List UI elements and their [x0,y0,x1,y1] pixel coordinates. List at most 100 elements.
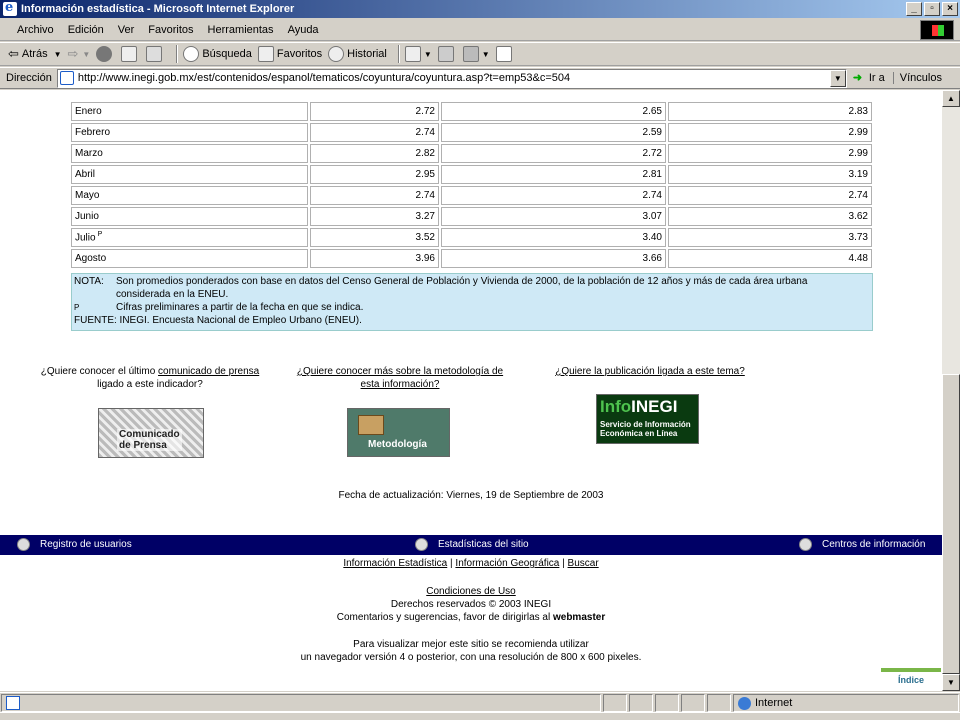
vertical-scrollbar[interactable]: ▲ ▼ [942,90,960,691]
estadisticas-link[interactable]: Estadísticas del sitio [415,538,529,551]
info-inegi-wordmark: InfoINEGI [600,397,678,416]
publication-link[interactable]: ¿Quiere la publicación ligada a este tem… [555,366,745,377]
address-input[interactable]: http://www.inegi.gob.mx/est/contenidos/e… [56,68,847,88]
forward-button[interactable]: ⇨ ▼ [68,46,91,62]
month-cell: Febrero [71,123,308,142]
month-cell: Mayo [71,186,308,205]
indice-button[interactable]: Índice [881,668,941,690]
value-cell-3: 2.99 [668,123,872,142]
scroll-down-icon[interactable]: ▼ [942,674,960,691]
value-cell-1: 2.72 [310,102,439,121]
month-cell: Agosto [71,249,308,268]
value-cell-2: 2.81 [441,165,666,184]
preliminary-mark: P [97,231,103,239]
table-row: Febrero 2.74 2.59 2.99 [71,123,872,142]
table-row: Agosto 3.96 3.66 4.48 [71,249,872,268]
back-label: Atrás [21,48,48,60]
menu-edicion[interactable]: Edición [61,24,111,36]
table-row: Abril 2.95 2.81 3.19 [71,165,872,184]
close-button[interactable]: × [942,2,958,16]
favorites-label: Favoritos [276,48,323,60]
registro-link[interactable]: Registro de usuarios [17,538,132,551]
scroll-up-icon[interactable]: ▲ [942,90,960,107]
value-cell-3: 4.48 [668,249,872,268]
print-button[interactable] [437,46,457,62]
chevron-down-icon[interactable]: ▼ [82,50,90,59]
info-estadistica-link[interactable]: Información Estadística [343,558,447,569]
chevron-down-icon[interactable]: ▼ [482,50,490,59]
favorites-button[interactable]: Favoritos [257,46,323,62]
info-inegi-logo[interactable]: InfoINEGI Servicio de Información Económi… [596,394,699,444]
back-button[interactable]: ⇦ Atrás ▼ [8,46,62,62]
maximize-button[interactable]: ▫ [924,2,940,16]
value-cell-1: 2.82 [310,144,439,163]
chevron-down-icon[interactable]: ▼ [54,50,62,59]
site-nav-bar: Registro de usuarios Estadísticas del si… [0,535,942,555]
go-button[interactable]: ➜ Ir a [853,71,885,85]
search-label: Búsqueda [202,48,252,60]
menu-bar: Archivo Edición Ver Favoritos Herramient… [0,19,960,41]
methodology-link-line2[interactable]: esta información? [361,379,440,390]
methodology-question[interactable]: ¿Quiere conocer más sobre la metodología… [290,365,510,391]
notes-box: NOTA: Son promedios ponderados con base e… [71,273,873,331]
links-button[interactable]: Vínculos [892,72,942,84]
address-dropdown-icon[interactable]: ▼ [829,69,846,87]
mail-icon [404,46,421,62]
info-geografica-link[interactable]: Información Geográfica [455,558,559,569]
press-release-link[interactable]: comunicado de prensa [158,366,259,377]
title-bar: Información estadística - Microsoft Inte… [0,0,960,18]
refresh-button[interactable] [121,46,140,62]
methodology-logo[interactable]: Metodología [347,408,450,457]
minimize-button[interactable]: _ [906,2,922,16]
fuente-text: FUENTE: INEGI. Encuesta Nacional de Empl… [74,315,362,326]
menu-ver[interactable]: Ver [111,24,142,36]
press-release-logo[interactable]: Comunicado de Prensa [98,408,204,458]
refresh-icon [121,46,138,62]
address-label: Dirección [6,72,52,84]
centros-link[interactable]: Centros de información [799,538,925,551]
buscar-link[interactable]: Buscar [568,558,599,569]
press-question: ¿Quiere conocer el último comunicado de … [35,365,265,391]
value-cell-2: 3.40 [441,228,666,247]
value-cell-3: 2.83 [668,102,872,121]
history-button[interactable]: Historial [328,46,387,62]
check-icon [415,538,428,551]
search-button[interactable]: Búsqueda [183,46,252,62]
edit-icon [462,46,479,62]
month-cell: Marzo [71,144,308,163]
value-cell-1: 3.27 [310,207,439,226]
conditions-link[interactable]: Condiciones de Uso [426,586,516,597]
menu-ayuda[interactable]: Ayuda [281,24,326,36]
value-cell-1: 2.74 [310,123,439,142]
methodology-link-line1[interactable]: ¿Quiere conocer más sobre la metodología… [297,366,503,377]
chevron-down-icon[interactable]: ▼ [424,50,432,59]
discuss-button[interactable] [495,46,515,62]
copyright-text: Derechos reservados © 2003 INEGI [390,599,552,610]
publication-question[interactable]: ¿Quiere la publicación ligada a este tem… [550,365,750,378]
security-zone: Internet [733,694,959,712]
address-bar: Dirección http://www.inegi.gob.mx/est/co… [0,67,960,89]
go-arrow-icon: ➜ [852,72,863,84]
value-cell-2: 2.59 [441,123,666,142]
address-url[interactable]: http://www.inegi.gob.mx/est/contenidos/e… [78,72,570,84]
toolbar: ⇦ Atrás ▼ ⇨ ▼ Búsqueda Favoritos Histori… [0,42,960,66]
table-row: Julio P 3.52 3.40 3.73 [71,228,872,247]
month-cell: Junio [71,207,308,226]
status-cell [707,694,731,712]
menu-favoritos[interactable]: Favoritos [141,24,200,36]
home-button[interactable] [146,46,165,62]
press-logo-label: Comunicado de Prensa [117,429,182,451]
menu-herramientas[interactable]: Herramientas [201,24,281,36]
mail-button[interactable]: ▼ [404,46,432,62]
scroll-thumb[interactable] [942,374,960,674]
forward-arrow-icon: ⇨ [67,46,79,61]
toolbar-separator [397,45,400,63]
table-row: Marzo 2.82 2.72 2.99 [71,144,872,163]
stop-button[interactable] [96,46,115,62]
edit-button[interactable]: ▼ [462,46,490,62]
p-text: Cifras preliminares a partir de la fecha… [116,302,364,313]
webmaster-link[interactable]: webmaster [553,612,605,623]
menu-archivo[interactable]: Archivo [10,24,61,36]
stop-icon [96,46,113,62]
comments-text: Comentarios y sugerencias, favor de diri… [336,612,553,623]
